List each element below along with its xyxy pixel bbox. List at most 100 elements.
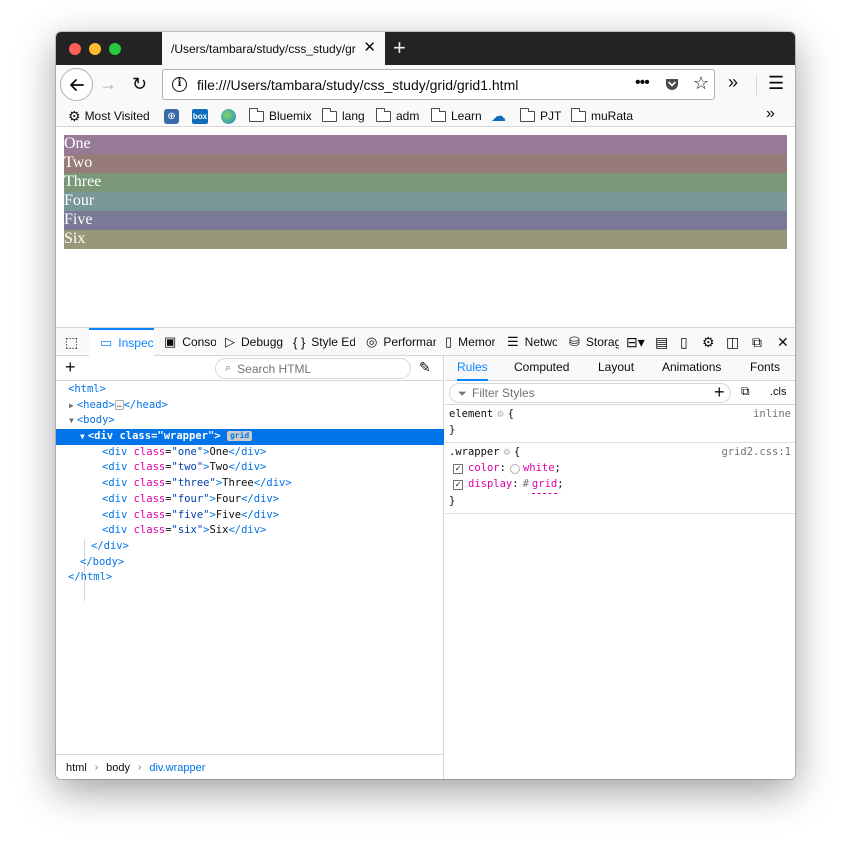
breadcrumb-html[interactable]: html: [66, 762, 87, 774]
tab-style-editor[interactable]: { } Style Editor: [293, 328, 355, 356]
rule-selector[interactable]: .wrapper: [449, 446, 500, 458]
bookmark-cloud[interactable]: ☁: [491, 107, 506, 125]
close-tab-icon[interactable]: ✕: [363, 40, 376, 56]
bookmark-box[interactable]: box: [192, 107, 208, 125]
tab-computed[interactable]: Computed: [514, 356, 569, 381]
close-devtools-icon[interactable]: ✕: [777, 334, 789, 350]
page-actions-icon[interactable]: •••: [635, 74, 650, 92]
gear-icon: ⚙: [68, 107, 81, 124]
grid-item-one: One: [64, 135, 787, 154]
node-div-wrapper[interactable]: ▼ <div class="wrapper"> grid: [56, 429, 444, 445]
back-button[interactable]: [60, 68, 93, 101]
settings-gear-icon[interactable]: ⚙: [702, 334, 715, 350]
add-rule-icon[interactable]: +: [714, 382, 725, 402]
responsive-mode-icon[interactable]: ▯: [680, 334, 688, 350]
search-html-box[interactable]: ⌕: [215, 358, 411, 379]
node-div-four[interactable]: <div class="four">Four</div>: [56, 492, 444, 508]
tab-console[interactable]: ▣ Console: [164, 328, 216, 356]
checkbox-color[interactable]: ✓: [453, 463, 463, 474]
cls-toggle[interactable]: .cls: [770, 386, 787, 398]
breadcrumb-div-wrapper[interactable]: div.wrapper: [149, 762, 205, 774]
filter-styles-input[interactable]: ⏷ Filter Styles: [449, 383, 731, 403]
node-html[interactable]: <html>: [56, 382, 444, 398]
collapse-arrow-icon[interactable]: ▼: [69, 416, 74, 425]
new-tab-icon[interactable]: +: [393, 36, 406, 60]
gear-icon[interactable]: ⚙: [504, 446, 510, 458]
ellipsis-icon[interactable]: …: [114, 399, 124, 410]
grid-toggle-icon[interactable]: #: [523, 477, 529, 493]
add-node-icon[interactable]: +: [65, 357, 76, 377]
dock-side-icon[interactable]: ◫: [726, 334, 739, 350]
element-picker-icon[interactable]: ⬚: [65, 334, 78, 350]
undock-icon[interactable]: ⧉: [752, 334, 762, 350]
debugger-icon: ▷: [225, 334, 235, 349]
breadcrumb-body[interactable]: body: [106, 762, 130, 774]
node-head[interactable]: ▶ <head>… </head>: [56, 398, 444, 414]
tab-inspector[interactable]: ▭ Inspector: [89, 328, 154, 356]
search-html-input[interactable]: [235, 360, 396, 377]
tab-memory[interactable]: ▯ Memory: [445, 328, 495, 356]
zoom-window-button[interactable]: [109, 43, 121, 55]
close-window-button[interactable]: [69, 43, 81, 55]
grid-item-four: Four: [64, 192, 787, 211]
node-div-two[interactable]: <div class="two">Two</div>: [56, 460, 444, 476]
url-bar[interactable]: i file:///Users/tambara/study/css_study/…: [162, 69, 715, 100]
menu-icon[interactable]: ☰: [768, 73, 784, 93]
tab-network[interactable]: ☰ Network: [507, 328, 557, 356]
layout-toggle-icon[interactable]: ⊟▾: [626, 334, 645, 350]
memory-icon: ▯: [445, 334, 453, 349]
rule-source-link[interactable]: grid2.css:1: [721, 445, 791, 461]
checkbox-display[interactable]: ✓: [453, 480, 463, 491]
node-div-one[interactable]: <div class="one">One</div>: [56, 445, 444, 461]
bookmark-globe[interactable]: [221, 107, 236, 125]
node-html-close[interactable]: </html>: [56, 570, 444, 586]
tab-rules[interactable]: Rules: [457, 356, 488, 381]
bookmark-star-icon[interactable]: ☆: [693, 73, 709, 93]
property-value[interactable]: white: [523, 461, 555, 477]
reload-icon[interactable]: ↻: [132, 75, 147, 93]
pseudo-class-icon[interactable]: ⧉: [741, 384, 750, 399]
property-value[interactable]: grid: [531, 477, 558, 494]
bookmark-app[interactable]: ⊕: [164, 107, 179, 125]
pocket-icon[interactable]: [664, 76, 680, 92]
overflow-chevron-icon[interactable]: »: [728, 72, 738, 92]
tab-animations[interactable]: Animations: [662, 356, 721, 381]
property-name[interactable]: display: [468, 477, 512, 493]
node-body[interactable]: ▼ <body>: [56, 413, 444, 429]
bookmark-folder-lang[interactable]: lang: [322, 107, 365, 125]
bookmark-most-visited[interactable]: ⚙ Most Visited: [68, 107, 150, 125]
grid-item-six: Six: [64, 230, 787, 249]
property-name[interactable]: color: [468, 461, 500, 477]
bookmark-folder-pjt[interactable]: PJT: [520, 107, 561, 125]
url-text[interactable]: file:///Users/tambara/study/css_study/gr…: [197, 77, 518, 93]
node-div-six[interactable]: <div class="six">Six</div>: [56, 523, 444, 539]
grid-badge[interactable]: grid: [226, 431, 253, 442]
node-div-three[interactable]: <div class="three">Three</div>: [56, 476, 444, 492]
bookmark-folder-learn[interactable]: Learn: [431, 107, 482, 125]
tab-storage[interactable]: ⛁ Storage: [569, 328, 619, 356]
bookmark-label: muRata: [591, 109, 634, 123]
tab-layout[interactable]: Layout: [598, 356, 634, 381]
minimize-window-button[interactable]: [89, 43, 101, 55]
tab-performance[interactable]: ◎ Performance: [366, 328, 436, 356]
bookmark-label: Bluemix: [269, 109, 312, 123]
browser-tab[interactable]: /Users/tambara/study/css_study/grid/grid…: [162, 32, 385, 65]
node-div-five[interactable]: <div class="five">Five</div>: [56, 508, 444, 524]
bookmark-folder-bluemix[interactable]: Bluemix: [249, 107, 312, 125]
node-body-close[interactable]: </body>: [56, 555, 444, 571]
tab-debugger[interactable]: ▷ Debugger: [225, 328, 283, 356]
expand-arrow-icon[interactable]: ▶: [69, 401, 74, 410]
bookmarks-overflow-icon[interactable]: »: [766, 105, 775, 123]
collapse-arrow-icon[interactable]: ▼: [80, 432, 85, 441]
bookmark-folder-adm[interactable]: adm: [376, 107, 419, 125]
forward-arrow-icon[interactable]: →: [99, 75, 117, 93]
bookmark-folder-murata[interactable]: muRata: [571, 107, 633, 125]
tab-fonts[interactable]: Fonts: [750, 356, 780, 381]
color-swatch-icon[interactable]: [509, 463, 520, 474]
breadcrumb: html › body › div.wrapper: [56, 754, 444, 779]
split-console-icon[interactable]: ▤: [655, 334, 668, 350]
info-icon[interactable]: i: [172, 77, 187, 92]
gear-icon[interactable]: ⚙: [497, 408, 503, 420]
node-div-close[interactable]: </div>: [56, 539, 444, 555]
eyedropper-icon[interactable]: ✎: [419, 359, 431, 376]
